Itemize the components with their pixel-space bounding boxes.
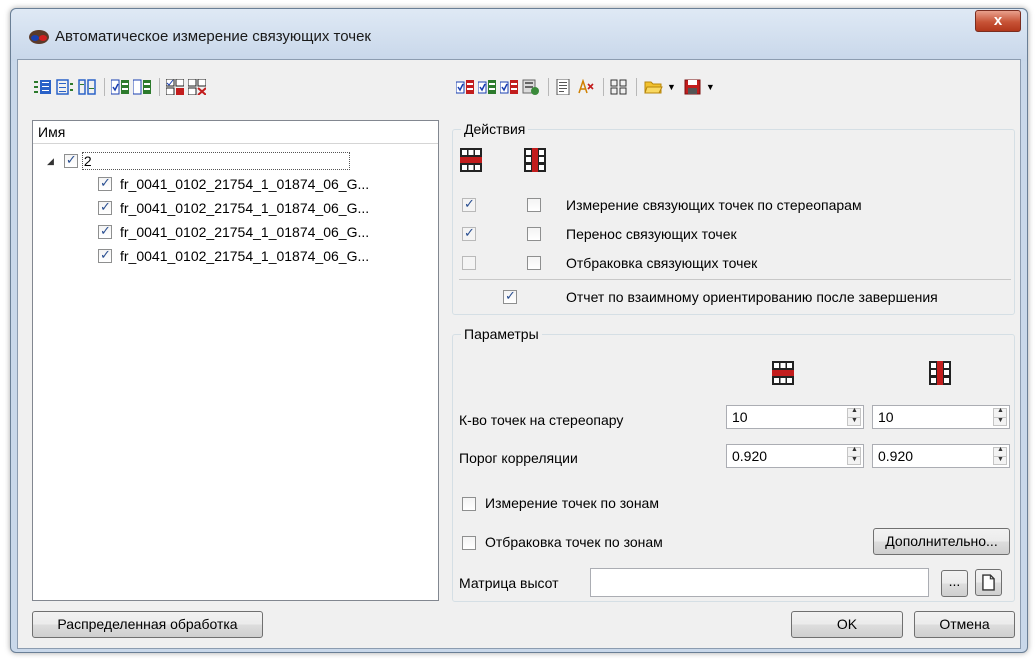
close-icon: x — [993, 12, 1003, 29]
tree-column-header[interactable]: Имя — [33, 121, 438, 144]
report-icon[interactable] — [555, 79, 573, 95]
chevron-down-icon[interactable]: ▼ — [706, 82, 715, 92]
spin-arrows-icon[interactable] — [847, 407, 861, 426]
toolbar-separator — [548, 78, 549, 96]
tree-item-label: fr_0041_0102_21754_1_01874_06_G... — [120, 224, 370, 240]
expand-all-icon[interactable] — [34, 79, 52, 95]
zones-reject-label: Отбраковка точек по зонам — [485, 534, 663, 550]
tree-root-label: 2 — [81, 152, 350, 170]
stereo-pairs-grid-icon — [772, 361, 794, 385]
strip-grid-icon — [929, 361, 951, 385]
close-button[interactable]: x — [975, 10, 1021, 32]
points-count-col1-spinbox[interactable]: 10 — [726, 405, 864, 429]
correlation-col2-spinbox[interactable]: 0.920 — [872, 444, 1010, 468]
toolbar-separator — [636, 78, 637, 96]
enable-transfer-icon[interactable] — [478, 79, 496, 95]
actions-toolbar: ▼ ▼ — [456, 76, 715, 98]
spin-arrows-icon[interactable] — [847, 446, 861, 465]
tree-root-checkbox[interactable] — [63, 152, 78, 168]
toolbar-separator — [104, 78, 105, 96]
tree-item-checkbox[interactable] — [98, 175, 112, 191]
tree-item[interactable]: fr_0041_0102_21754_1_01874_06_G... — [98, 246, 369, 266]
actions-group: Действия Измерение связующих точек по ст… — [452, 121, 1015, 315]
window-title: Автоматическое измерение связующих точек — [55, 28, 371, 45]
strip-grid-icon — [524, 148, 546, 172]
tree-item[interactable]: fr_0041_0102_21754_1_01874_06_G... — [98, 174, 369, 194]
transfer-col1-checkbox[interactable] — [462, 225, 476, 241]
tree-root-row[interactable]: ◢ 2 — [47, 151, 350, 171]
check-all-pairs-icon[interactable] — [166, 79, 184, 95]
reject-col2-checkbox[interactable] — [527, 256, 541, 270]
parameters-group: Параметры К-во точек на стереопару 10 ▲ … — [452, 326, 1015, 602]
ok-button[interactable]: OK — [791, 611, 903, 638]
browse-button[interactable]: ... — [941, 570, 968, 597]
clear-selection-icon[interactable] — [577, 79, 595, 95]
enable-rejection-icon[interactable] — [500, 79, 518, 95]
select-checked-icon[interactable] — [111, 79, 129, 95]
grid-layout-icon[interactable] — [610, 79, 628, 95]
select-unchecked-icon[interactable] — [133, 79, 151, 95]
tree-item-label: fr_0041_0102_21754_1_01874_06_G... — [120, 248, 370, 264]
tree-item-checkbox[interactable] — [98, 223, 112, 239]
points-count-col2-spinbox[interactable]: 10 — [872, 405, 1010, 429]
spin-arrows-icon[interactable] — [993, 407, 1007, 426]
stereo-pairs-grid-icon — [460, 148, 482, 172]
spin-arrows-icon[interactable] — [993, 446, 1007, 465]
measure-col2-checkbox[interactable] — [527, 198, 541, 212]
reject-col1-checkbox[interactable] — [462, 256, 476, 270]
collapse-list-icon[interactable] — [56, 79, 74, 95]
points-count-col1-value: 10 — [732, 409, 748, 425]
tree-item[interactable]: fr_0041_0102_21754_1_01874_06_G... — [98, 222, 369, 242]
dialog-window: Автоматическое измерение связующих точек… — [10, 8, 1028, 653]
title-bar: Автоматическое измерение связующих точек… — [11, 9, 1027, 61]
uncheck-all-pairs-icon[interactable] — [188, 79, 206, 95]
zones-measure-label: Измерение точек по зонам — [485, 495, 659, 511]
report-checkbox[interactable] — [503, 288, 517, 304]
app-logo-icon — [29, 30, 49, 44]
settings-icon[interactable] — [522, 79, 540, 95]
images-tree[interactable]: Имя ◢ 2 fr_0041_0102_21754_1_01874_06_G.… — [32, 120, 439, 601]
actions-group-title: Действия — [461, 121, 529, 137]
points-count-label: К-во точек на стереопару — [459, 412, 624, 428]
distributed-processing-button[interactable]: Распределенная обработка — [32, 611, 263, 638]
points-count-col2-value: 10 — [878, 409, 894, 425]
tree-item-checkbox[interactable] — [98, 247, 112, 263]
parameters-group-title: Параметры — [461, 326, 542, 342]
transfer-col2-checkbox[interactable] — [527, 227, 541, 241]
tree-toolbar — [34, 76, 210, 98]
dem-label: Матрица высот — [459, 575, 559, 591]
save-icon[interactable] — [684, 79, 702, 95]
tree-columns-icon[interactable] — [78, 79, 96, 95]
measure-col1-checkbox[interactable] — [462, 196, 476, 212]
correlation-col1-value: 0.920 — [732, 448, 768, 464]
new-file-button[interactable] — [975, 569, 1002, 596]
correlation-label: Порог корреляции — [459, 450, 578, 466]
correlation-col2-value: 0.920 — [878, 448, 914, 464]
chevron-down-icon[interactable]: ▼ — [667, 82, 676, 92]
toolbar-separator — [159, 78, 160, 96]
zones-reject-checkbox[interactable] — [462, 536, 476, 550]
open-folder-icon[interactable] — [643, 79, 663, 95]
reject-action-label: Отбраковка связующих точек — [566, 255, 758, 271]
advanced-button[interactable]: Дополнительно... — [873, 528, 1010, 555]
report-label: Отчет по взаимному ориентированию после … — [566, 289, 938, 305]
expand-arrow-icon[interactable]: ◢ — [47, 156, 54, 167]
dem-path-input[interactable] — [590, 568, 929, 597]
measure-action-label: Измерение связующих точек по стереопарам — [566, 197, 862, 213]
cancel-button[interactable]: Отмена — [914, 611, 1015, 638]
new-file-icon — [982, 574, 995, 591]
toolbar-separator — [603, 78, 604, 96]
zones-measure-checkbox[interactable] — [462, 497, 476, 511]
dialog-client-area: ▼ ▼ Имя ◢ 2 fr_0041_0102_21754_1_01874_0… — [17, 59, 1021, 649]
enable-measurement-icon[interactable] — [456, 79, 474, 95]
transfer-action-label: Перенос связующих точек — [566, 226, 737, 242]
tree-item-label: fr_0041_0102_21754_1_01874_06_G... — [120, 200, 370, 216]
tree-item-checkbox[interactable] — [98, 199, 112, 215]
tree-item[interactable]: fr_0041_0102_21754_1_01874_06_G... — [98, 198, 369, 218]
actions-divider — [459, 279, 1011, 280]
tree-item-label: fr_0041_0102_21754_1_01874_06_G... — [120, 176, 370, 192]
correlation-col1-spinbox[interactable]: 0.920 — [726, 444, 864, 468]
